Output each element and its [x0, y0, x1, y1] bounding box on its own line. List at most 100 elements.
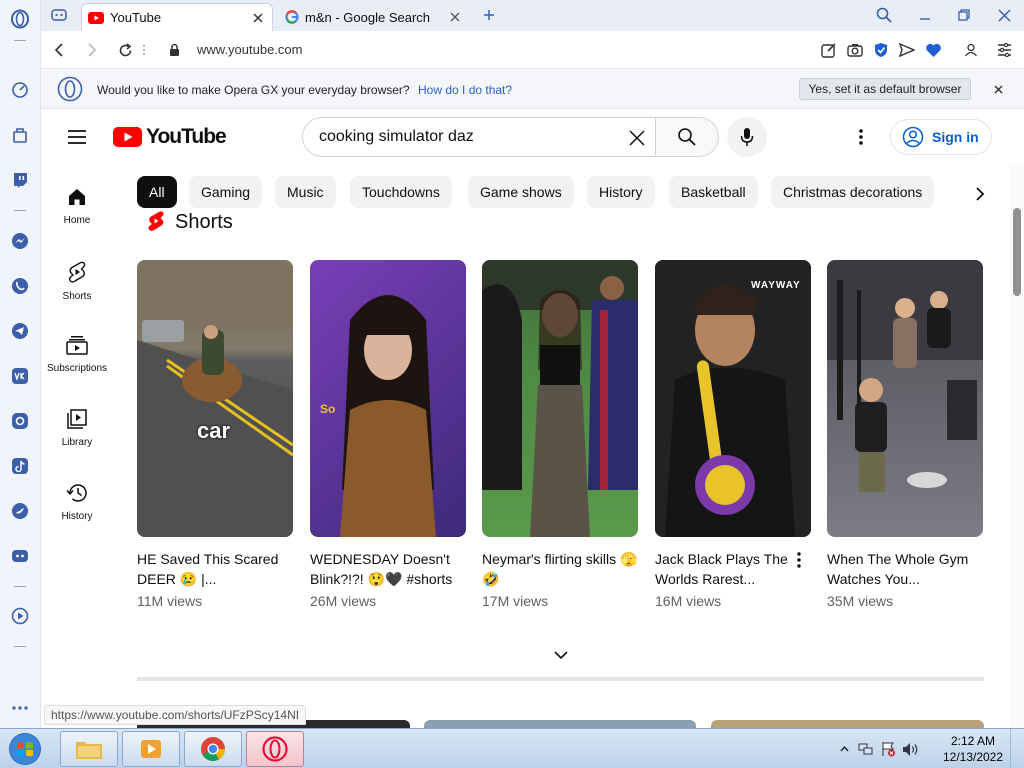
show-hidden-icons-icon[interactable]: [840, 746, 849, 752]
thumbnail-caption: So: [320, 402, 336, 416]
youtube-logo[interactable]: YouTube: [113, 125, 227, 149]
opera-icon[interactable]: [246, 731, 304, 767]
search-input[interactable]: cooking simulator daz: [302, 117, 656, 157]
vpn-shield-icon[interactable]: [870, 39, 892, 61]
speed-dial-icon[interactable]: [8, 78, 32, 102]
opera-logo-icon[interactable]: [8, 7, 32, 31]
guide-item-subscriptions[interactable]: Subscriptions: [41, 321, 113, 395]
close-window-icon[interactable]: [992, 4, 1016, 26]
chevron-down-icon[interactable]: [548, 645, 574, 665]
action-center-icon[interactable]: [880, 741, 896, 757]
address-bar: www.youtube.com: [41, 31, 1024, 69]
explorer-icon[interactable]: [60, 731, 118, 767]
bag-icon[interactable]: [8, 123, 32, 147]
chip-touchdowns[interactable]: Touchdowns: [350, 176, 452, 208]
short-title[interactable]: Neymar's flirting skills 🫣🤣: [482, 549, 638, 589]
easy-setup-icon[interactable]: [993, 39, 1015, 61]
chip-game-shows[interactable]: Game shows: [468, 176, 574, 208]
instagram-icon[interactable]: [8, 409, 32, 433]
guide-item-history[interactable]: History: [41, 469, 113, 543]
whatsapp-icon[interactable]: [8, 274, 32, 298]
chip-christmas-decorations[interactable]: Christmas decorations: [771, 176, 935, 208]
url-field[interactable]: www.youtube.com: [197, 42, 303, 57]
vk-icon[interactable]: [8, 364, 32, 388]
video-thumbnail[interactable]: [424, 720, 696, 728]
twitch-icon[interactable]: [8, 168, 32, 192]
search-tabs-icon[interactable]: [872, 4, 896, 26]
chip-music[interactable]: Music: [275, 176, 336, 208]
short-thumbnail[interactable]: WAYWAY: [655, 260, 811, 537]
tab-youtube[interactable]: YouTube: [81, 3, 273, 31]
chip-history[interactable]: History: [587, 176, 655, 208]
chip-gaming[interactable]: Gaming: [189, 176, 263, 208]
tiktok-icon[interactable]: [8, 454, 32, 478]
guide-label: History: [61, 511, 93, 522]
reload-icon[interactable]: [114, 39, 136, 61]
minimize-icon[interactable]: [913, 4, 937, 26]
short-views: 16M views: [655, 593, 722, 609]
short-card[interactable]: So WEDNESDAY Doesn't Blink?!?! 😲🖤 #short…: [310, 260, 466, 609]
video-thumbnail[interactable]: [711, 720, 984, 728]
search-button[interactable]: [655, 117, 719, 157]
filter-chips-bar: All Gaming Music Touchdowns Game shows H…: [137, 176, 997, 210]
guide-item-home[interactable]: Home: [41, 173, 113, 247]
infobar-help-link[interactable]: How do I do that?: [418, 83, 512, 97]
scrollbar-thumb[interactable]: [1013, 208, 1021, 296]
guide-item-shorts[interactable]: Shorts: [41, 247, 113, 321]
tab-menu-icon[interactable]: [47, 4, 71, 26]
chip-basketball[interactable]: Basketball: [669, 176, 758, 208]
chevron-right-icon[interactable]: [966, 180, 994, 208]
short-title[interactable]: Jack Black Plays The Worlds Rarest...: [655, 549, 811, 589]
guide-item-library[interactable]: Library: [41, 395, 113, 469]
new-tab-icon[interactable]: [477, 4, 501, 26]
set-default-browser-button[interactable]: Yes, set it as default browser: [799, 78, 971, 100]
more-actions-icon[interactable]: [791, 550, 807, 570]
volume-icon[interactable]: [902, 742, 919, 757]
short-thumbnail[interactable]: [827, 260, 983, 537]
messenger-icon[interactable]: [8, 229, 32, 253]
player-icon[interactable]: [8, 604, 32, 628]
clear-search-icon[interactable]: [625, 126, 649, 150]
lock-icon[interactable]: [163, 39, 185, 61]
start-button[interactable]: [3, 731, 47, 767]
more-icon[interactable]: [8, 696, 32, 720]
sidebar-divider: [14, 586, 26, 587]
edit-page-icon[interactable]: [818, 39, 840, 61]
twitter-icon[interactable]: [8, 499, 32, 523]
close-icon[interactable]: [989, 80, 1007, 98]
camera-icon[interactable]: [844, 39, 866, 61]
short-title[interactable]: WEDNESDAY Doesn't Blink?!?! 😲🖤 #shorts: [310, 549, 466, 589]
forward-icon[interactable]: [81, 39, 103, 61]
short-card[interactable]: Neymar's flirting skills 🫣🤣 17M views: [482, 260, 638, 609]
short-thumbnail[interactable]: So: [310, 260, 466, 537]
settings-menu-icon[interactable]: [849, 125, 873, 149]
send-icon[interactable]: [896, 39, 918, 61]
discord-icon[interactable]: [8, 544, 32, 568]
show-desktop-button[interactable]: [1010, 729, 1024, 768]
network-icon[interactable]: [858, 742, 874, 756]
short-title[interactable]: When The Whole Gym Watches You...: [827, 549, 983, 589]
close-icon[interactable]: [250, 10, 266, 26]
tab-google-search[interactable]: m&n - Google Search: [277, 3, 469, 31]
hamburger-menu-icon[interactable]: [65, 125, 89, 149]
short-card[interactable]: car HE Saved This Scared DEER 😢 |... 11M…: [137, 260, 293, 609]
shorts-shelf-header: Shorts: [147, 211, 233, 233]
heart-icon[interactable]: [922, 39, 944, 61]
voice-search-button[interactable]: [727, 117, 767, 157]
media-player-icon[interactable]: [122, 731, 180, 767]
chrome-icon[interactable]: [184, 731, 242, 767]
short-title[interactable]: HE Saved This Scared DEER 😢 |...: [137, 549, 293, 589]
short-thumbnail[interactable]: car: [137, 260, 293, 537]
chip-all[interactable]: All: [137, 176, 177, 208]
back-icon[interactable]: [48, 39, 70, 61]
sign-in-button[interactable]: Sign in: [890, 119, 992, 155]
taskbar-clock[interactable]: 2:12 AM 12/13/2022: [942, 733, 1004, 765]
telegram-icon[interactable]: [8, 319, 32, 343]
close-icon[interactable]: [447, 9, 463, 25]
short-card[interactable]: WAYWAY Jack Black Plays The Worlds Rares…: [655, 260, 811, 609]
short-thumbnail[interactable]: [482, 260, 638, 537]
short-card[interactable]: When The Whole Gym Watches You... 35M vi…: [827, 260, 983, 609]
profile-icon[interactable]: [960, 39, 982, 61]
library-icon: [67, 409, 87, 429]
restore-icon[interactable]: [952, 4, 976, 26]
